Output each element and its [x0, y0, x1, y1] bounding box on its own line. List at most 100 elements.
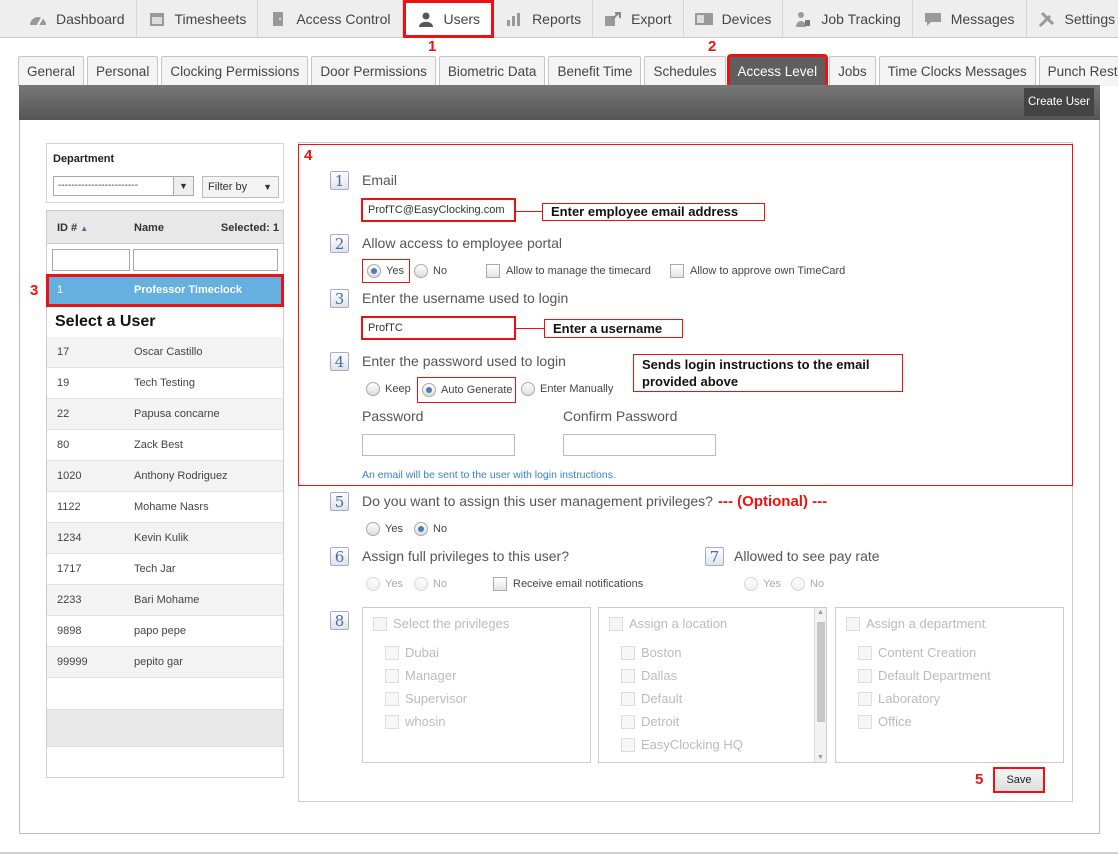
- management-yes-radio[interactable]: Yes: [366, 522, 403, 536]
- marker-3: 3: [30, 282, 39, 299]
- nav-export[interactable]: Export: [593, 0, 684, 38]
- scrollbar[interactable]: ▲ ▼: [814, 608, 826, 762]
- locations-item-checkbox[interactable]: Default: [621, 691, 682, 706]
- nav-label: Reports: [532, 11, 582, 27]
- save-button[interactable]: Save: [993, 767, 1045, 793]
- receive-email-checkbox[interactable]: Receive email notifications: [493, 577, 643, 591]
- password-annotation: Sends login instructions to the email pr…: [633, 354, 903, 392]
- column-name[interactable]: Name: [134, 222, 164, 234]
- username-field[interactable]: ProfTC: [361, 316, 516, 340]
- filter-by-label: Filter by: [208, 181, 248, 193]
- keep-label: Keep: [385, 383, 411, 395]
- manage-timecard-checkbox[interactable]: Allow to manage the timecard: [486, 264, 651, 278]
- enter-manually-radio[interactable]: Enter Manually: [521, 382, 613, 396]
- toolbar: Create User: [19, 85, 1100, 120]
- checkbox-icon: [486, 264, 500, 278]
- departments-item-checkbox[interactable]: Laboratory: [858, 691, 940, 706]
- checkbox-icon: [385, 645, 399, 660]
- name-filter-input[interactable]: [133, 249, 278, 271]
- table-row-selected[interactable]: 1 Professor Timeclock: [46, 274, 284, 307]
- row-name: papo pepe: [134, 625, 186, 637]
- radio-off-icon: [366, 522, 380, 536]
- departments-item-checkbox[interactable]: Content Creation: [858, 645, 976, 660]
- nav-messages[interactable]: Messages: [913, 0, 1027, 38]
- checkbox-label: Boston: [641, 645, 682, 660]
- locations-select-all-checkbox[interactable]: Assign a location: [609, 616, 727, 631]
- full-privileges-no-radio[interactable]: No: [414, 577, 447, 591]
- table-row[interactable]: 17 Oscar Castillo: [47, 337, 283, 368]
- column-id[interactable]: ID # ▲: [57, 222, 88, 234]
- optional-annotation: --- (Optional) ---: [718, 493, 828, 510]
- departments-item-checkbox[interactable]: Default Department: [858, 668, 991, 683]
- table-row[interactable]: 22 Papusa concarne: [47, 399, 283, 430]
- checkbox-label: Assign a location: [629, 616, 728, 631]
- nav-reports[interactable]: Reports: [494, 0, 594, 38]
- user-icon: [416, 11, 436, 27]
- locations-item-checkbox[interactable]: Dallas: [621, 668, 677, 683]
- nav-job-tracking[interactable]: Job Tracking: [783, 0, 913, 38]
- table-row[interactable]: 1122 Mohame Nasrs: [47, 492, 283, 523]
- id-filter-input[interactable]: [52, 249, 130, 271]
- departments-select-all-checkbox[interactable]: Assign a department: [846, 616, 985, 631]
- privileges-select-all-checkbox[interactable]: Select the privileges: [373, 616, 509, 631]
- tab-jobs[interactable]: Jobs: [829, 56, 876, 86]
- privileges-item-checkbox[interactable]: whosin: [385, 714, 445, 729]
- management-no-radio[interactable]: No: [414, 522, 447, 536]
- nav-dashboard[interactable]: Dashboard: [0, 0, 137, 38]
- row-name: Anthony Rodriguez: [134, 470, 228, 482]
- portal-no-radio[interactable]: No: [414, 264, 447, 278]
- department-select[interactable]: ------------------------ ▼: [53, 176, 194, 196]
- tab-clocking-permissions[interactable]: Clocking Permissions: [161, 56, 309, 86]
- filter-by-button[interactable]: Filter by ▼: [202, 176, 279, 198]
- privileges-item-checkbox[interactable]: Dubai: [385, 645, 439, 660]
- nav-label: Access Control: [296, 11, 391, 27]
- confirm-password-field[interactable]: [563, 434, 716, 456]
- table-row[interactable]: 99999 pepito gar: [47, 647, 283, 678]
- nav-timesheets[interactable]: Timesheets: [137, 0, 259, 38]
- pay-rate-no-radio[interactable]: No: [791, 577, 824, 591]
- table-row[interactable]: 9898 papo pepe: [47, 616, 283, 647]
- tab-schedules[interactable]: Schedules: [644, 56, 726, 86]
- scroll-down-icon[interactable]: ▼: [817, 754, 824, 761]
- selected-count: Selected: 1: [220, 222, 279, 234]
- table-row[interactable]: 2233 Bari Mohame: [47, 585, 283, 616]
- tab-door-permissions[interactable]: Door Permissions: [311, 56, 436, 86]
- nav-access-control[interactable]: Access Control: [258, 0, 403, 38]
- table-row[interactable]: 19 Tech Testing: [47, 368, 283, 399]
- locations-item-checkbox[interactable]: Detroit: [621, 714, 679, 729]
- row-id: 2233: [57, 594, 82, 606]
- tab-access-level[interactable]: Access Level: [726, 54, 829, 88]
- full-privileges-yes-radio[interactable]: Yes: [366, 577, 403, 591]
- locations-item-checkbox[interactable]: EasyClocking HQ: [621, 737, 743, 752]
- nav-users[interactable]: Users: [402, 0, 495, 38]
- email-field[interactable]: ProfTC@EasyClocking.com: [361, 198, 516, 222]
- scrollbar-thumb[interactable]: [817, 622, 825, 722]
- pay-rate-yes-radio[interactable]: Yes: [744, 577, 781, 591]
- privileges-item-checkbox[interactable]: Supervisor: [385, 691, 467, 706]
- tab-general[interactable]: General: [18, 56, 85, 86]
- table-row[interactable]: 1234 Kevin Kulik: [47, 523, 283, 554]
- portal-yes-radio[interactable]: Yes: [362, 259, 410, 283]
- tab-benefit-time[interactable]: Benefit Time: [548, 56, 642, 86]
- keep-password-radio[interactable]: Keep: [366, 382, 411, 396]
- approve-timecard-checkbox[interactable]: Allow to approve own TimeCard: [670, 264, 845, 278]
- create-user-button[interactable]: Create User: [1024, 88, 1094, 116]
- departments-item-checkbox[interactable]: Office: [858, 714, 912, 729]
- tab-punch-restriction[interactable]: Punch Restriction: [1038, 56, 1118, 86]
- table-row[interactable]: 1717 Tech Jar: [47, 554, 283, 585]
- table-row[interactable]: 80 Zack Best: [47, 430, 283, 461]
- username-question: Enter the username used to login: [362, 290, 569, 306]
- locations-item-checkbox[interactable]: Boston: [621, 645, 681, 660]
- user-list-header: ID # ▲ Name Selected: 1: [47, 211, 283, 244]
- auto-generate-radio[interactable]: Auto Generate: [417, 377, 516, 403]
- nav-devices[interactable]: Devices: [684, 0, 784, 38]
- marker-4: 4: [304, 147, 313, 164]
- tab-time-clocks-messages[interactable]: Time Clocks Messages: [878, 56, 1036, 86]
- tab-personal[interactable]: Personal: [87, 56, 159, 86]
- nav-settings[interactable]: Settings: [1027, 0, 1118, 38]
- privileges-item-checkbox[interactable]: Manager: [385, 668, 456, 683]
- password-field[interactable]: [362, 434, 515, 456]
- tab-biometric-data[interactable]: Biometric Data: [438, 56, 546, 86]
- table-row[interactable]: 1020 Anthony Rodriguez: [47, 461, 283, 492]
- scroll-up-icon[interactable]: ▲: [817, 609, 824, 616]
